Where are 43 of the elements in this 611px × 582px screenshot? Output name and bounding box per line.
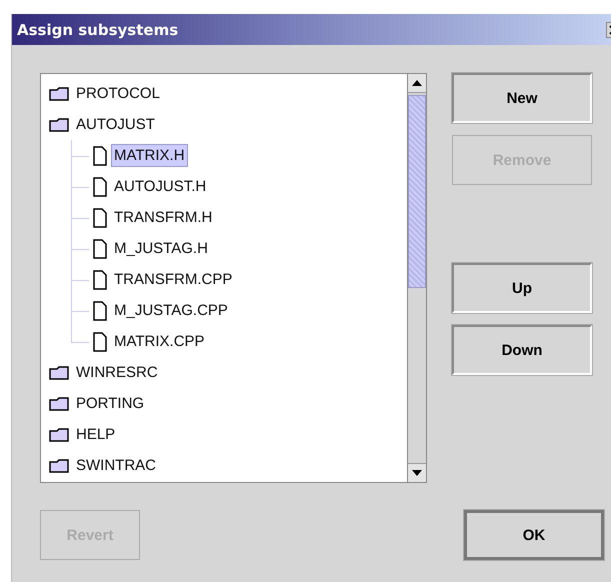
file-icon bbox=[93, 332, 107, 352]
file-icon bbox=[93, 208, 107, 228]
tree-item[interactable]: AUTOJUST bbox=[73, 113, 158, 136]
folder-icon bbox=[49, 118, 69, 132]
file-icon bbox=[93, 270, 107, 290]
scroll-down-button[interactable] bbox=[408, 463, 426, 482]
dialog-button[interactable]: New bbox=[452, 73, 592, 123]
tree-item[interactable]: PORTING bbox=[73, 392, 148, 415]
tree-guide-line bbox=[71, 295, 89, 326]
tree-guide-line bbox=[71, 140, 89, 171]
scrollbar[interactable] bbox=[407, 74, 426, 482]
dialog-button[interactable]: OK bbox=[464, 510, 604, 560]
tree-item[interactable]: MATRIX.H bbox=[111, 144, 188, 167]
scroll-thumb[interactable] bbox=[408, 95, 426, 288]
tree-item[interactable]: M_JUSTAG.H bbox=[111, 237, 211, 260]
window-title: Assign subsystems bbox=[17, 20, 178, 38]
up-arrow-icon bbox=[412, 80, 422, 86]
tree-guide-line bbox=[71, 264, 89, 295]
tree-item[interactable]: HELP bbox=[73, 423, 118, 446]
file-icon bbox=[93, 238, 107, 258]
folder-icon bbox=[49, 366, 69, 380]
file-icon bbox=[93, 176, 107, 196]
dialog-button[interactable]: Up bbox=[452, 263, 592, 313]
tree-item[interactable]: TRANSFRM.CPP bbox=[111, 268, 236, 291]
dialog-button[interactable]: Down bbox=[452, 325, 592, 375]
folder-icon bbox=[49, 458, 69, 472]
file-icon bbox=[93, 300, 107, 320]
folder-icon bbox=[49, 428, 69, 442]
tree-item[interactable]: TRANSFRM.H bbox=[111, 206, 216, 229]
tree-item[interactable]: WINRESRC bbox=[73, 361, 161, 384]
tree-item[interactable]: SWINTRAC bbox=[73, 454, 159, 477]
folder-icon bbox=[49, 86, 69, 100]
file-icon bbox=[93, 146, 107, 166]
tree-item[interactable]: AUTOJUST.H bbox=[111, 175, 210, 198]
tree-item[interactable]: M_JUSTAG.CPP bbox=[111, 299, 231, 322]
tree-item[interactable]: MATRIX.CPP bbox=[111, 330, 208, 353]
scroll-up-button[interactable] bbox=[408, 74, 426, 93]
tree-guide-line bbox=[71, 202, 89, 233]
tree-item[interactable]: PROTOCOL bbox=[73, 82, 163, 105]
tree-guide-line bbox=[71, 233, 89, 264]
folder-icon bbox=[49, 396, 69, 410]
down-arrow-icon bbox=[412, 470, 422, 476]
tree-guide-line bbox=[71, 171, 89, 202]
